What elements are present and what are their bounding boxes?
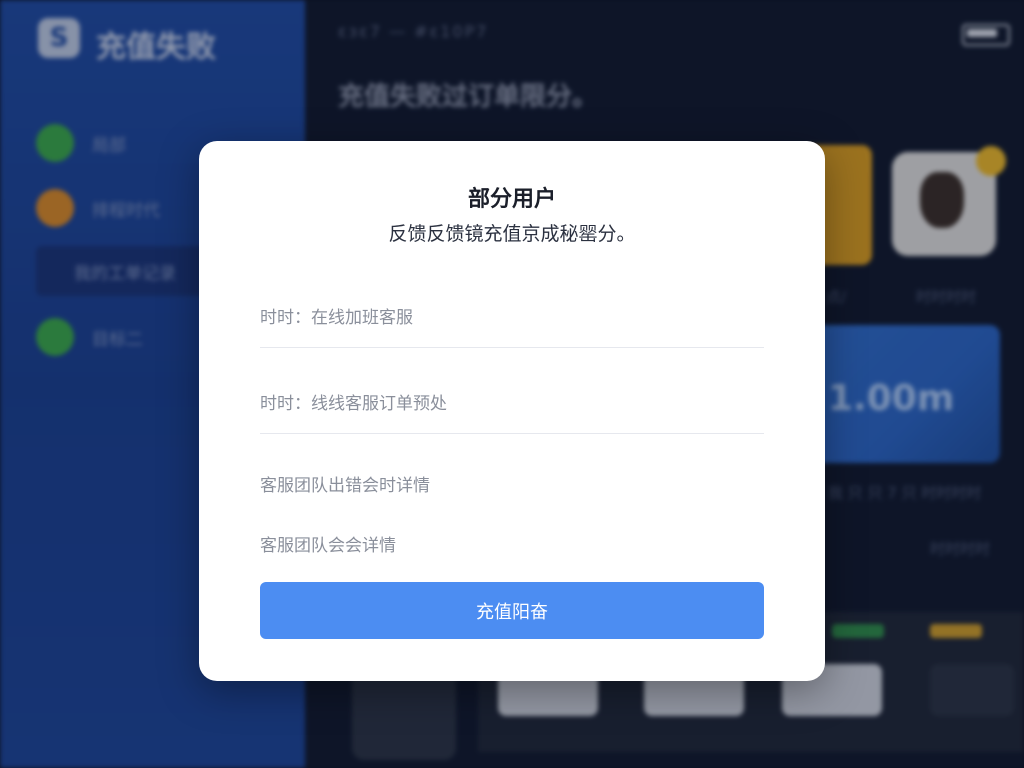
divider (260, 347, 764, 348)
info-row-3: 客服团队出错会时详情 (260, 476, 430, 496)
info-row-1: 时时：在线加班客服 (260, 308, 413, 328)
dialog-title: 部分用户 (467, 187, 556, 212)
recharge-button[interactable]: 充值阳奋 (260, 582, 764, 639)
info-row-4: 客服团队会会详情 (260, 536, 396, 556)
dialog-subtitle: 反馈反馈镜充值京成秘罂分。 (388, 223, 636, 245)
recharge-failed-dialog: 部分用户 反馈反馈镜充值京成秘罂分。 时时：在线加班客服 时时：线线客服订单预处… (199, 141, 825, 681)
divider (260, 433, 764, 434)
info-row-2: 时时：线线客服订单预处 (260, 394, 447, 414)
